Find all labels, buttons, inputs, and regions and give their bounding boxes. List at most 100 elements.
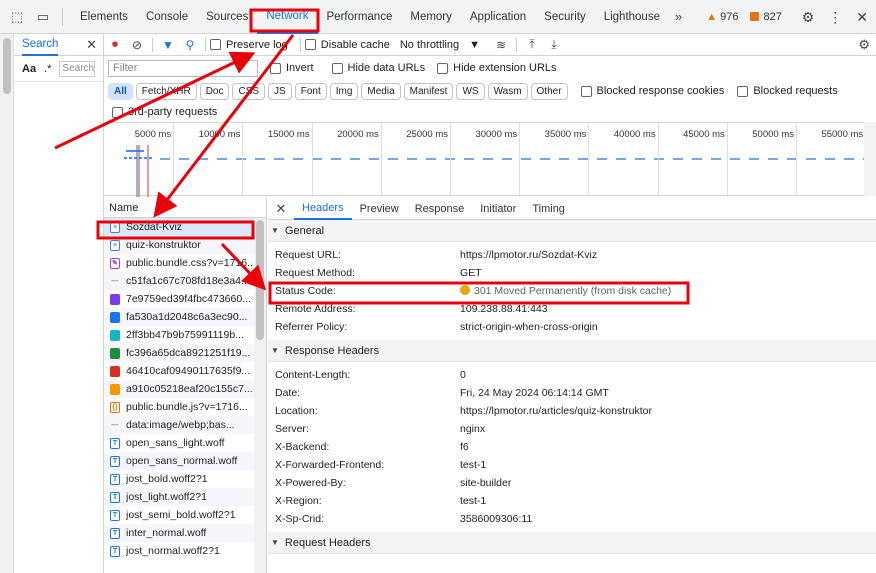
request-headers-section-header[interactable]: ▼ Request Headers [268, 532, 876, 554]
tab-application[interactable]: Application [461, 0, 535, 34]
network-conditions-icon[interactable]: ≋ [490, 38, 512, 52]
export-har-icon[interactable]: ⤓ [543, 37, 565, 52]
disable-cache-checkbox[interactable]: Disable cache [304, 39, 390, 51]
match-case-toggle[interactable]: Aa [22, 63, 36, 75]
request-row[interactable]: ≡ quiz-konstruktor [104, 236, 266, 254]
request-row[interactable]: Tjost_bold.woff2?1 [104, 470, 266, 488]
request-row[interactable]: fc396a65dca8921251f19... [104, 344, 266, 362]
blocked-cookies-checkbox[interactable]: Blocked response cookies [580, 85, 724, 97]
type-filter-js[interactable]: JS [268, 82, 292, 100]
throttling-select[interactable]: No throttling ▼ [400, 39, 480, 51]
detail-tab-preview[interactable]: Preview [352, 198, 407, 220]
preserve-log-checkbox[interactable]: Preserve log [210, 39, 288, 51]
request-row[interactable]: Tjost_semi_bold.woff2?1 [104, 506, 266, 524]
tab-console[interactable]: Console [137, 0, 197, 34]
request-row[interactable]: Tjost_light.woff2?1 [104, 488, 266, 506]
filter-icon[interactable]: ▼ [157, 38, 179, 52]
clear-icon[interactable]: ⊘ [126, 38, 148, 52]
third-party-checkbox[interactable]: 3rd-party requests [104, 102, 217, 122]
request-row[interactable]: ✎ public.bundle.css?v=1716... [104, 254, 266, 272]
request-row[interactable]: {} public.bundle.js?v=1716... [104, 398, 266, 416]
tab-sources[interactable]: Sources [197, 0, 257, 34]
network-overview-timeline[interactable]: 5000 ms 10000 ms 15000 ms 20000 ms 25000 ms 3… [104, 122, 867, 197]
type-filter-css[interactable]: CSS [232, 82, 266, 100]
general-section-header[interactable]: ▼ General [268, 220, 876, 242]
type-filter-img[interactable]: Img [329, 82, 359, 100]
detail-tab-response[interactable]: Response [407, 198, 473, 220]
request-row[interactable]: Topen_sans_normal.woff [104, 452, 266, 470]
import-har-icon[interactable]: ⤒ [521, 37, 543, 52]
hide-data-urls-checkbox[interactable]: Hide data URLs [331, 62, 425, 74]
type-filter-all[interactable]: All [108, 82, 133, 100]
warnings-badge[interactable]: ▲ 976 [706, 11, 738, 23]
header-value: strict-origin-when-cross-origin [460, 321, 598, 333]
scrollbar-thumb[interactable] [256, 220, 264, 340]
name-column-header[interactable]: Name [104, 198, 266, 218]
record-stop-icon[interactable]: ⏺ [104, 37, 126, 52]
type-filter-row: All Fetch/XHR Doc CSS JS Font Img Media Manifest… [104, 80, 876, 102]
type-filter-other[interactable]: Other [530, 82, 568, 100]
issues-badge[interactable]: 827 [750, 11, 782, 23]
detail-tab-headers[interactable]: Headers [294, 198, 352, 220]
tab-security[interactable]: Security [535, 0, 595, 34]
timeline-tick-label: 45000 ms [683, 129, 725, 140]
request-row[interactable]: 2ff3bb47b9b75991119b... [104, 326, 266, 344]
blocked-requests-checkbox[interactable]: Blocked requests [737, 85, 838, 97]
request-row[interactable]: 7e9759ed39f4fbc473660... [104, 290, 266, 308]
kebab-menu-icon[interactable]: ⋮ [828, 9, 842, 26]
inspect-element-icon[interactable]: ⬚ [8, 8, 26, 26]
device-toolbar-icon[interactable]: ▭ [34, 8, 52, 26]
divider [516, 37, 518, 52]
regex-toggle[interactable]: .* [44, 63, 51, 75]
type-filter-wasm[interactable]: Wasm [487, 82, 528, 100]
tab-elements[interactable]: Elements [71, 0, 137, 34]
header-row: X-Sp-Crid: 3586009306:11 [268, 510, 876, 528]
type-filter-fetch-xhr[interactable]: Fetch/XHR [135, 82, 197, 100]
header-row: Remote Address: 109.238.88.41:443 [268, 300, 876, 318]
type-filter-ws[interactable]: WS [456, 82, 485, 100]
request-list-scrollbar[interactable] [254, 218, 266, 573]
filter-input[interactable]: Filter [108, 59, 258, 77]
request-row[interactable]: 46410caf09490117635f9... [104, 362, 266, 380]
request-name: jost_bold.woff2?1 [126, 473, 208, 485]
type-filter-manifest[interactable]: Manifest [403, 82, 454, 100]
search-tab[interactable]: Search [22, 34, 59, 56]
detail-tab-initiator[interactable]: Initiator [472, 198, 524, 220]
type-filter-media[interactable]: Media [361, 82, 401, 100]
timeline-tick: 15000 ms [268, 123, 313, 197]
page-scrollbar[interactable] [0, 34, 14, 573]
type-filter-doc[interactable]: Doc [199, 82, 230, 100]
image-icon [110, 329, 120, 341]
tab-network[interactable]: Network [257, 0, 318, 34]
close-search-icon[interactable]: ✕ [86, 37, 97, 53]
request-row[interactable]: ≡ Sozdat-Kviz [104, 218, 266, 236]
tab-performance[interactable]: Performance [318, 0, 402, 34]
tab-lighthouse[interactable]: Lighthouse [595, 0, 669, 34]
request-row[interactable]: — c51fa1c67c708fd18e3a4... [104, 272, 266, 290]
invert-checkbox[interactable]: Invert [270, 62, 314, 74]
search-icon[interactable]: ⚲ [179, 38, 201, 52]
request-row[interactable]: Tjost_normal.woff2?1 [104, 542, 266, 560]
request-row[interactable]: — data:image/webp;bas... [104, 416, 266, 434]
detail-tab-timing[interactable]: Timing [524, 198, 573, 220]
more-tabs-icon[interactable]: » [669, 9, 688, 24]
scrollbar-thumb[interactable] [3, 38, 11, 94]
settings-gear-icon[interactable]: ⚙ [802, 9, 815, 26]
request-row[interactable]: a910c05218eaf20c155c7... [104, 380, 266, 398]
network-settings-gear-icon[interactable]: ⚙ [858, 37, 870, 53]
timeline-scrollbar[interactable] [864, 122, 876, 196]
close-icon[interactable]: ✕ [856, 9, 868, 26]
request-name: fa530a1d2048c6a3ec90... [126, 311, 248, 323]
search-drawer: Search ✕ Aa .* Search [14, 34, 104, 573]
document-icon: ≡ [110, 239, 120, 251]
response-headers-section-header[interactable]: ▼ Response Headers [268, 340, 876, 362]
request-row[interactable]: Tinter_normal.woff [104, 524, 266, 542]
request-row[interactable]: fa530a1d2048c6a3ec90... [104, 308, 266, 326]
search-input[interactable]: Search [59, 60, 96, 77]
hide-extension-urls-checkbox[interactable]: Hide extension URLs [437, 62, 557, 74]
header-row: Server: nginx [268, 420, 876, 438]
close-detail-icon[interactable]: ✕ [268, 201, 294, 217]
tab-memory[interactable]: Memory [401, 0, 461, 34]
type-filter-font[interactable]: Font [294, 82, 327, 100]
request-row[interactable]: Topen_sans_light.woff [104, 434, 266, 452]
